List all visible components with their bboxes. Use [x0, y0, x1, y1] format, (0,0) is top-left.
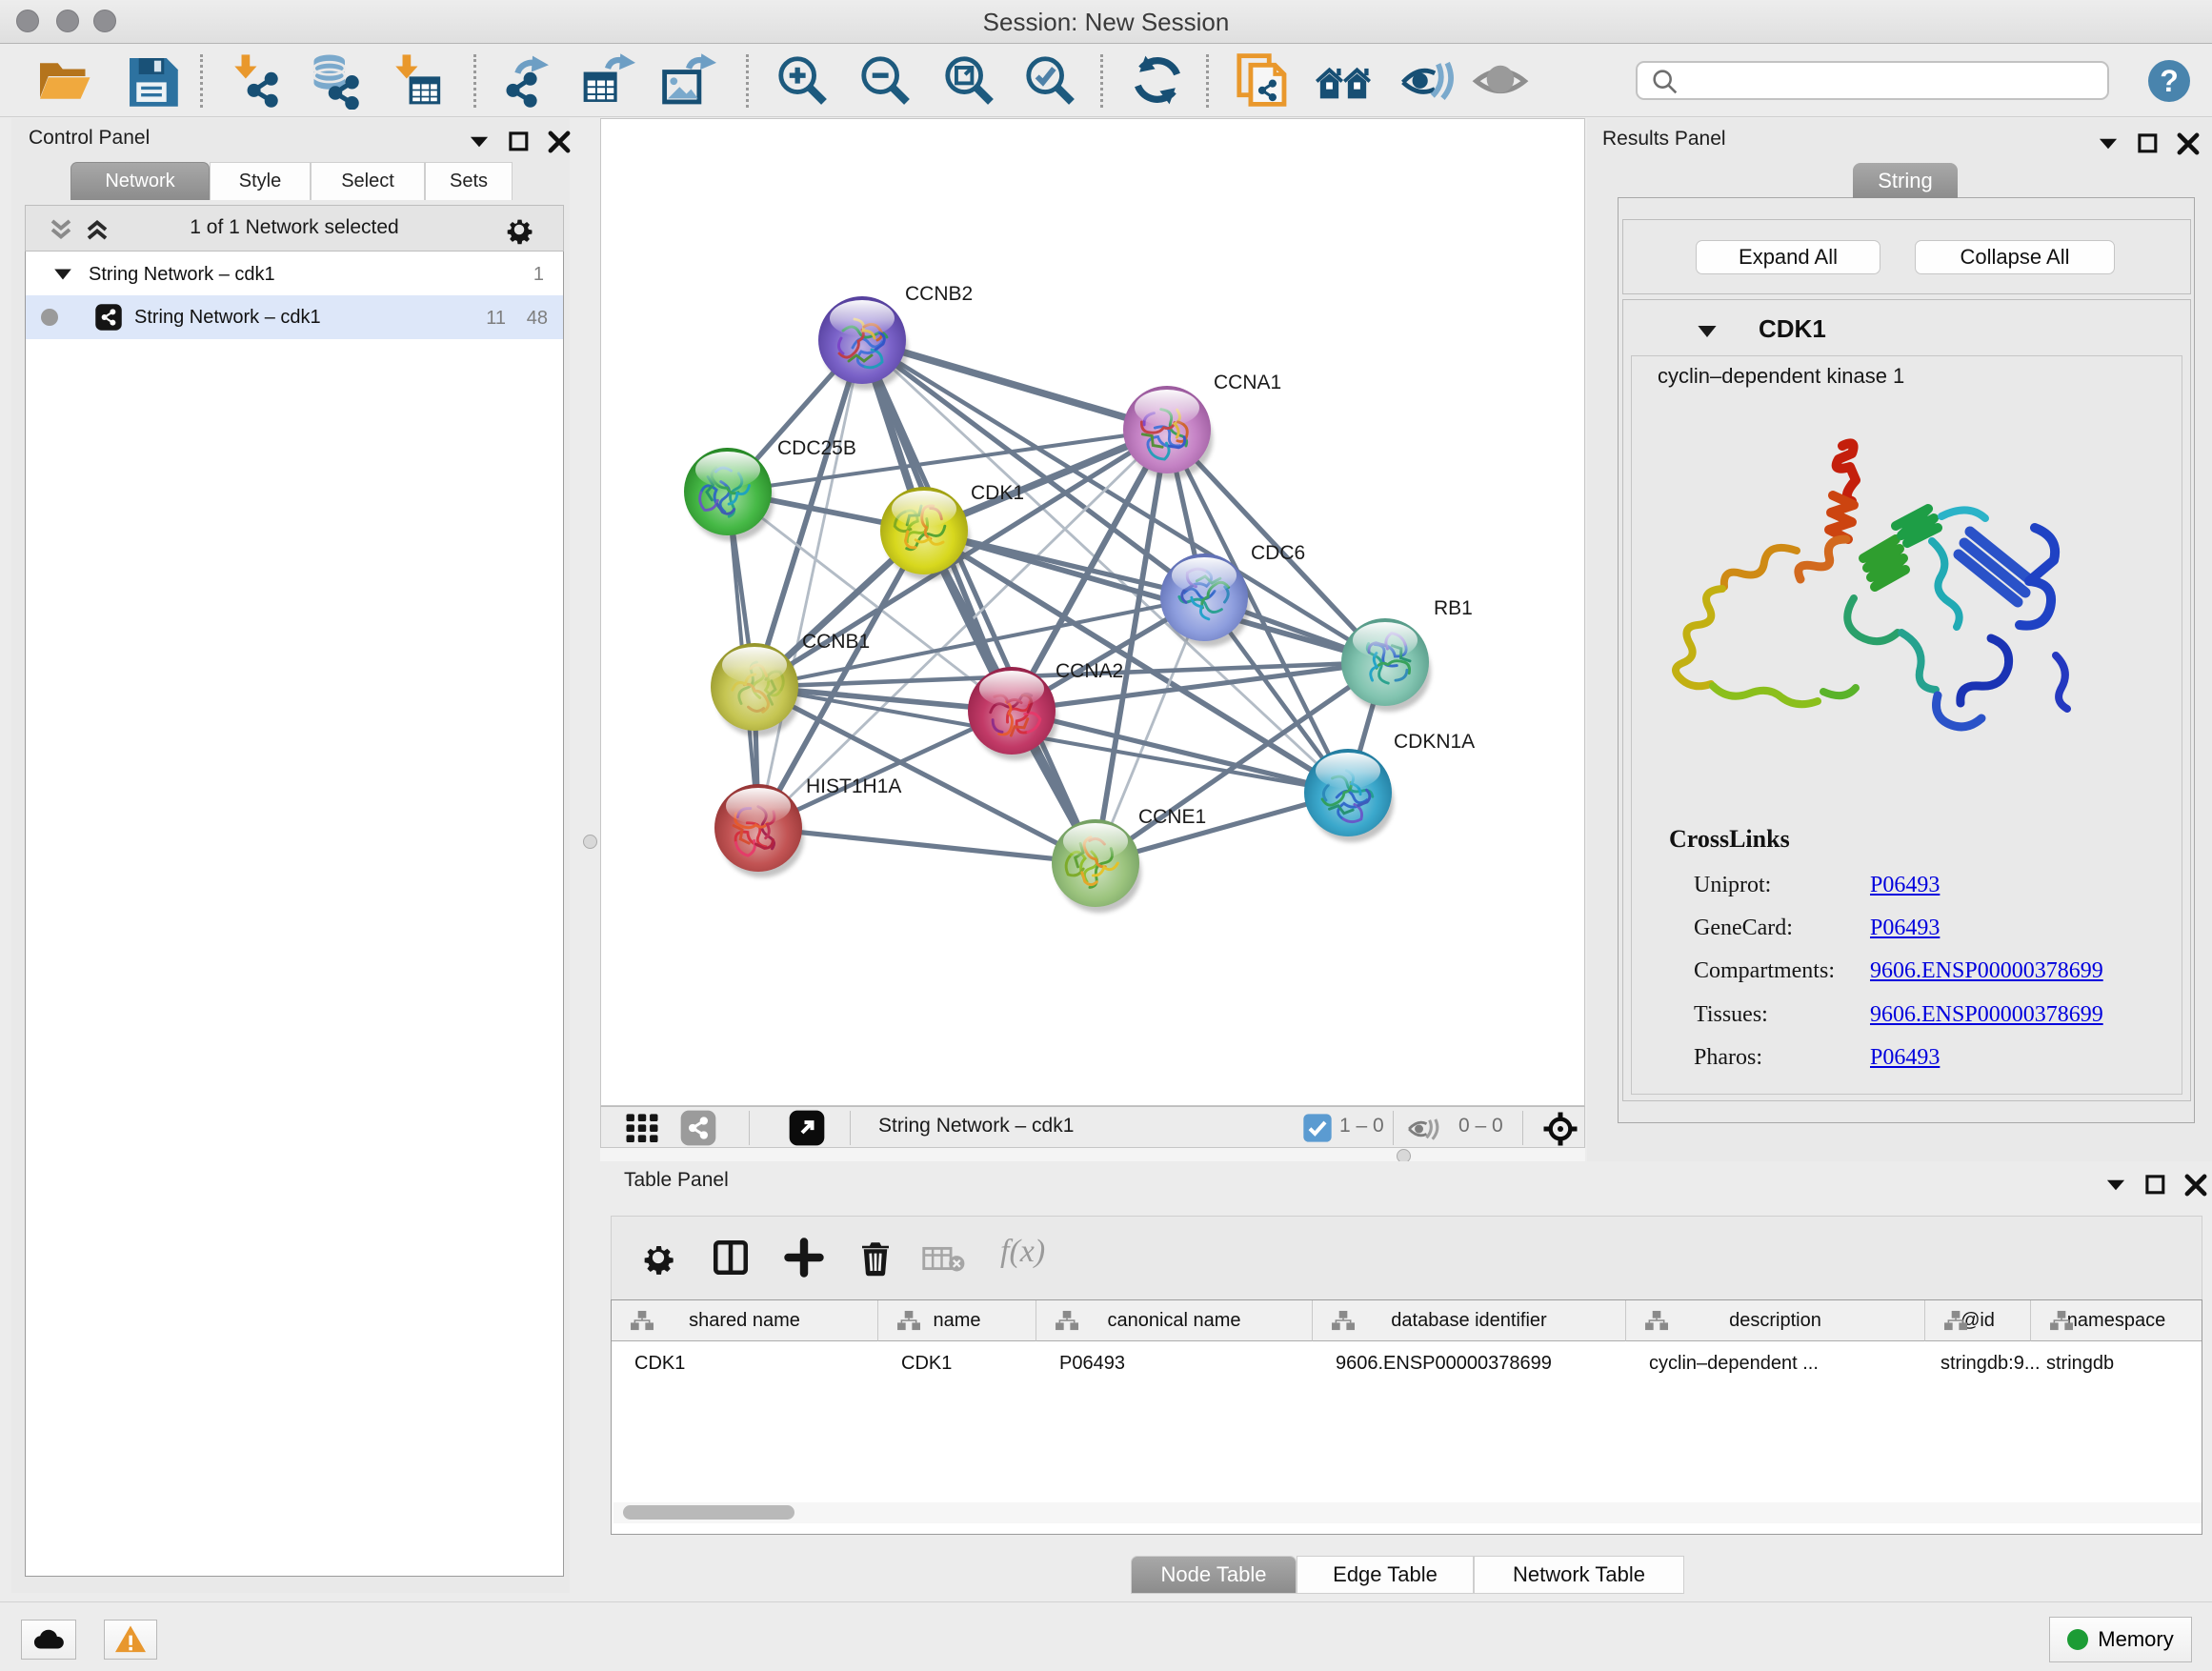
svg-text:CDK1: CDK1: [971, 482, 1024, 504]
svg-text:CCNA2: CCNA2: [1056, 660, 1123, 682]
svg-text:CCNB2: CCNB2: [905, 283, 973, 305]
svg-text:CCNB1: CCNB1: [802, 631, 870, 653]
svg-text:RB1: RB1: [1434, 597, 1473, 619]
svg-text:CDC25B: CDC25B: [777, 437, 856, 459]
svg-text:HIST1H1A: HIST1H1A: [806, 775, 901, 797]
svg-text:CCNA1: CCNA1: [1214, 372, 1281, 393]
svg-text:CDC6: CDC6: [1251, 542, 1305, 564]
svg-text:CCNE1: CCNE1: [1138, 806, 1206, 828]
svg-text:CDKN1A: CDKN1A: [1394, 731, 1475, 753]
